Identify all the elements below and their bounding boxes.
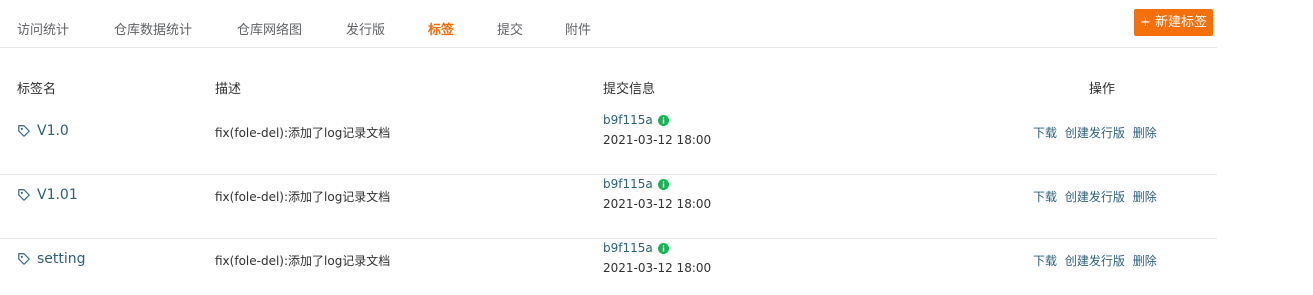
row-actions: 下载 创建发行版 删除 (1033, 252, 1161, 269)
tag-name-link[interactable]: V1.0 (17, 123, 69, 139)
new-tag-button[interactable]: + 新建标签 (1134, 9, 1213, 36)
tag-name-link[interactable]: V1.01 (17, 187, 78, 203)
create-release-link[interactable]: 创建发行版 (1065, 190, 1125, 204)
tab-visit-stats[interactable]: 访问统计 (17, 19, 69, 38)
tab-releases[interactable]: 发行版 (346, 19, 385, 38)
info-icon[interactable] (657, 114, 669, 126)
column-header-description: 描述 (215, 82, 242, 97)
tag-description: fix(fole-del):添加了log记录文档 (215, 190, 391, 204)
table-row: setting fix(fole-del):添加了log记录文档 b9f115a… (0, 238, 1217, 295)
tab-repo-network[interactable]: 仓库网络图 (237, 19, 302, 38)
download-link[interactable]: 下载 (1033, 254, 1057, 268)
tab-commits[interactable]: 提交 (497, 19, 523, 38)
delete-link[interactable]: 删除 (1133, 126, 1157, 140)
row-actions: 下载 创建发行版 删除 (1033, 188, 1161, 205)
tag-name-label: V1.01 (37, 187, 78, 203)
create-release-link[interactable]: 创建发行版 (1065, 254, 1125, 268)
commit-sha-link[interactable]: b9f115a (603, 177, 669, 191)
download-link[interactable]: 下载 (1033, 126, 1057, 140)
tab-repo-data-stats[interactable]: 仓库数据统计 (114, 19, 192, 38)
tag-icon (18, 253, 30, 265)
commit-sha-link[interactable]: b9f115a (603, 241, 669, 255)
tag-name-label: V1.0 (37, 123, 69, 139)
tab-tags[interactable]: 标签 (428, 19, 454, 38)
commit-sha-link[interactable]: b9f115a (603, 113, 669, 127)
commit-date: 2021-03-12 18:00 (603, 133, 712, 147)
column-header-commit: 提交信息 (603, 82, 656, 97)
info-icon[interactable] (657, 178, 669, 190)
commit-sha-label: b9f115a (603, 241, 653, 255)
info-icon[interactable] (657, 242, 669, 254)
tag-icon (18, 125, 30, 137)
create-release-link[interactable]: 创建发行版 (1065, 126, 1125, 140)
tab-attachments[interactable]: 附件 (565, 19, 591, 38)
tag-name-label: setting (37, 251, 86, 267)
delete-link[interactable]: 删除 (1133, 190, 1157, 204)
column-header-name: 标签名 (17, 82, 57, 97)
tag-icon (18, 189, 30, 201)
commit-date: 2021-03-12 18:00 (603, 261, 712, 275)
column-header-actions: 操作 (1089, 82, 1116, 97)
table-row: V1.01 fix(fole-del):添加了log记录文档 b9f115a 2… (0, 174, 1217, 239)
delete-link[interactable]: 删除 (1133, 254, 1157, 268)
table-row: V1.0 fix(fole-del):添加了log记录文档 b9f115a 20… (0, 110, 1217, 175)
tag-name-link[interactable]: setting (17, 251, 86, 267)
commit-sha-label: b9f115a (603, 177, 653, 191)
row-actions: 下载 创建发行版 删除 (1033, 124, 1161, 141)
commit-sha-label: b9f115a (603, 113, 653, 127)
tags-page: 访问统计 仓库数据统计 仓库网络图 发行版 标签 提交 附件 + 新建标签 标签… (0, 0, 1313, 295)
commit-date: 2021-03-12 18:00 (603, 197, 712, 211)
tag-description: fix(fole-del):添加了log记录文档 (215, 254, 391, 268)
repo-tabs: 访问统计 仓库数据统计 仓库网络图 发行版 标签 提交 附件 + 新建标签 (0, 0, 1217, 48)
download-link[interactable]: 下载 (1033, 190, 1057, 204)
tag-description: fix(fole-del):添加了log记录文档 (215, 126, 391, 140)
